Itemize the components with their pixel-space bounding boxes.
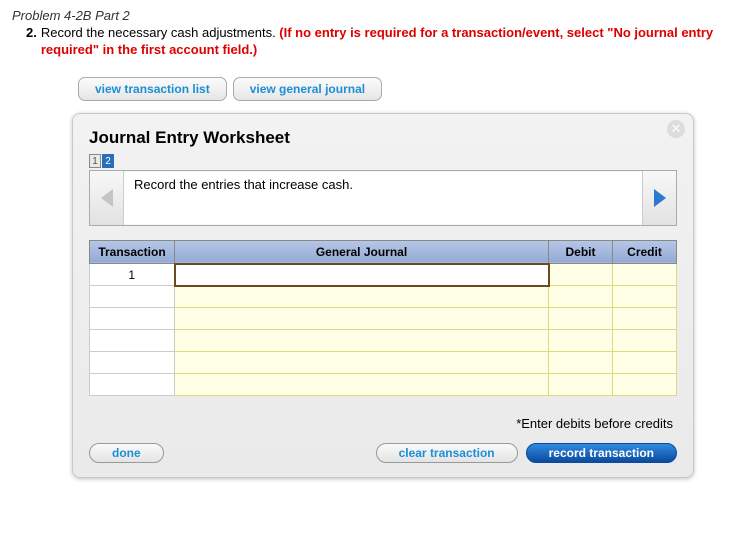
cell-debit[interactable] xyxy=(549,352,613,374)
journal-body: 1 xyxy=(90,264,677,396)
cell-credit[interactable] xyxy=(613,352,677,374)
cell-transaction[interactable] xyxy=(90,374,175,396)
cell-transaction[interactable]: 1 xyxy=(90,264,175,286)
cell-debit[interactable] xyxy=(549,308,613,330)
instruction-black: Record the necessary cash adjustments. xyxy=(41,25,279,40)
cell-debit[interactable] xyxy=(549,374,613,396)
cell-debit[interactable] xyxy=(549,286,613,308)
cell-credit[interactable] xyxy=(613,374,677,396)
cell-general-journal[interactable] xyxy=(175,264,549,286)
cell-credit[interactable] xyxy=(613,264,677,286)
cell-transaction[interactable] xyxy=(90,352,175,374)
instruction-text: Record the entries that increase cash. xyxy=(124,171,642,225)
col-debit: Debit xyxy=(549,240,613,264)
page-tab-2[interactable]: 2 xyxy=(102,154,114,168)
journal-worksheet-card: ✕ Journal Entry Worksheet 1 2 Record the… xyxy=(72,113,694,479)
cell-transaction[interactable] xyxy=(90,286,175,308)
clear-transaction-button[interactable]: clear transaction xyxy=(376,443,518,463)
footer-buttons: done clear transaction record transactio… xyxy=(89,443,677,463)
table-row xyxy=(90,374,677,396)
tip-text: *Enter debits before credits xyxy=(89,416,673,431)
col-transaction: Transaction xyxy=(90,240,175,264)
cell-general-journal[interactable] xyxy=(175,352,549,374)
table-row: 1 xyxy=(90,264,677,286)
col-general-journal: General Journal xyxy=(175,240,549,264)
instruction-box: Record the entries that increase cash. xyxy=(89,170,677,226)
close-icon[interactable]: ✕ xyxy=(667,120,685,138)
top-button-row: view transaction list view general journ… xyxy=(78,77,721,101)
cell-general-journal[interactable] xyxy=(175,330,549,352)
view-transaction-list-button[interactable]: view transaction list xyxy=(78,77,227,101)
cell-transaction[interactable] xyxy=(90,308,175,330)
chevron-left-icon xyxy=(101,189,113,207)
page-tab-1[interactable]: 1 xyxy=(89,154,101,168)
cell-general-journal[interactable] xyxy=(175,286,549,308)
col-credit: Credit xyxy=(613,240,677,264)
cell-transaction[interactable] xyxy=(90,330,175,352)
problem-instruction: 2. Record the necessary cash adjustments… xyxy=(12,25,721,59)
item-number: 2. xyxy=(26,25,37,59)
cell-general-journal[interactable] xyxy=(175,374,549,396)
cell-debit[interactable] xyxy=(549,264,613,286)
previous-arrow-button[interactable] xyxy=(90,171,124,225)
chevron-right-icon xyxy=(654,189,666,207)
journal-table: Transaction General Journal Debit Credit… xyxy=(89,240,677,397)
table-row xyxy=(90,286,677,308)
cell-general-journal[interactable] xyxy=(175,308,549,330)
table-row xyxy=(90,308,677,330)
view-general-journal-button[interactable]: view general journal xyxy=(233,77,382,101)
cell-credit[interactable] xyxy=(613,286,677,308)
problem-title: Problem 4-2B Part 2 xyxy=(12,8,721,23)
next-arrow-button[interactable] xyxy=(642,171,676,225)
cell-credit[interactable] xyxy=(613,308,677,330)
table-row xyxy=(90,352,677,374)
done-button[interactable]: done xyxy=(89,443,164,463)
record-transaction-button[interactable]: record transaction xyxy=(526,443,677,463)
page-tabs: 1 2 xyxy=(89,154,677,168)
table-row xyxy=(90,330,677,352)
cell-debit[interactable] xyxy=(549,330,613,352)
cell-credit[interactable] xyxy=(613,330,677,352)
worksheet-title: Journal Entry Worksheet xyxy=(89,128,677,148)
